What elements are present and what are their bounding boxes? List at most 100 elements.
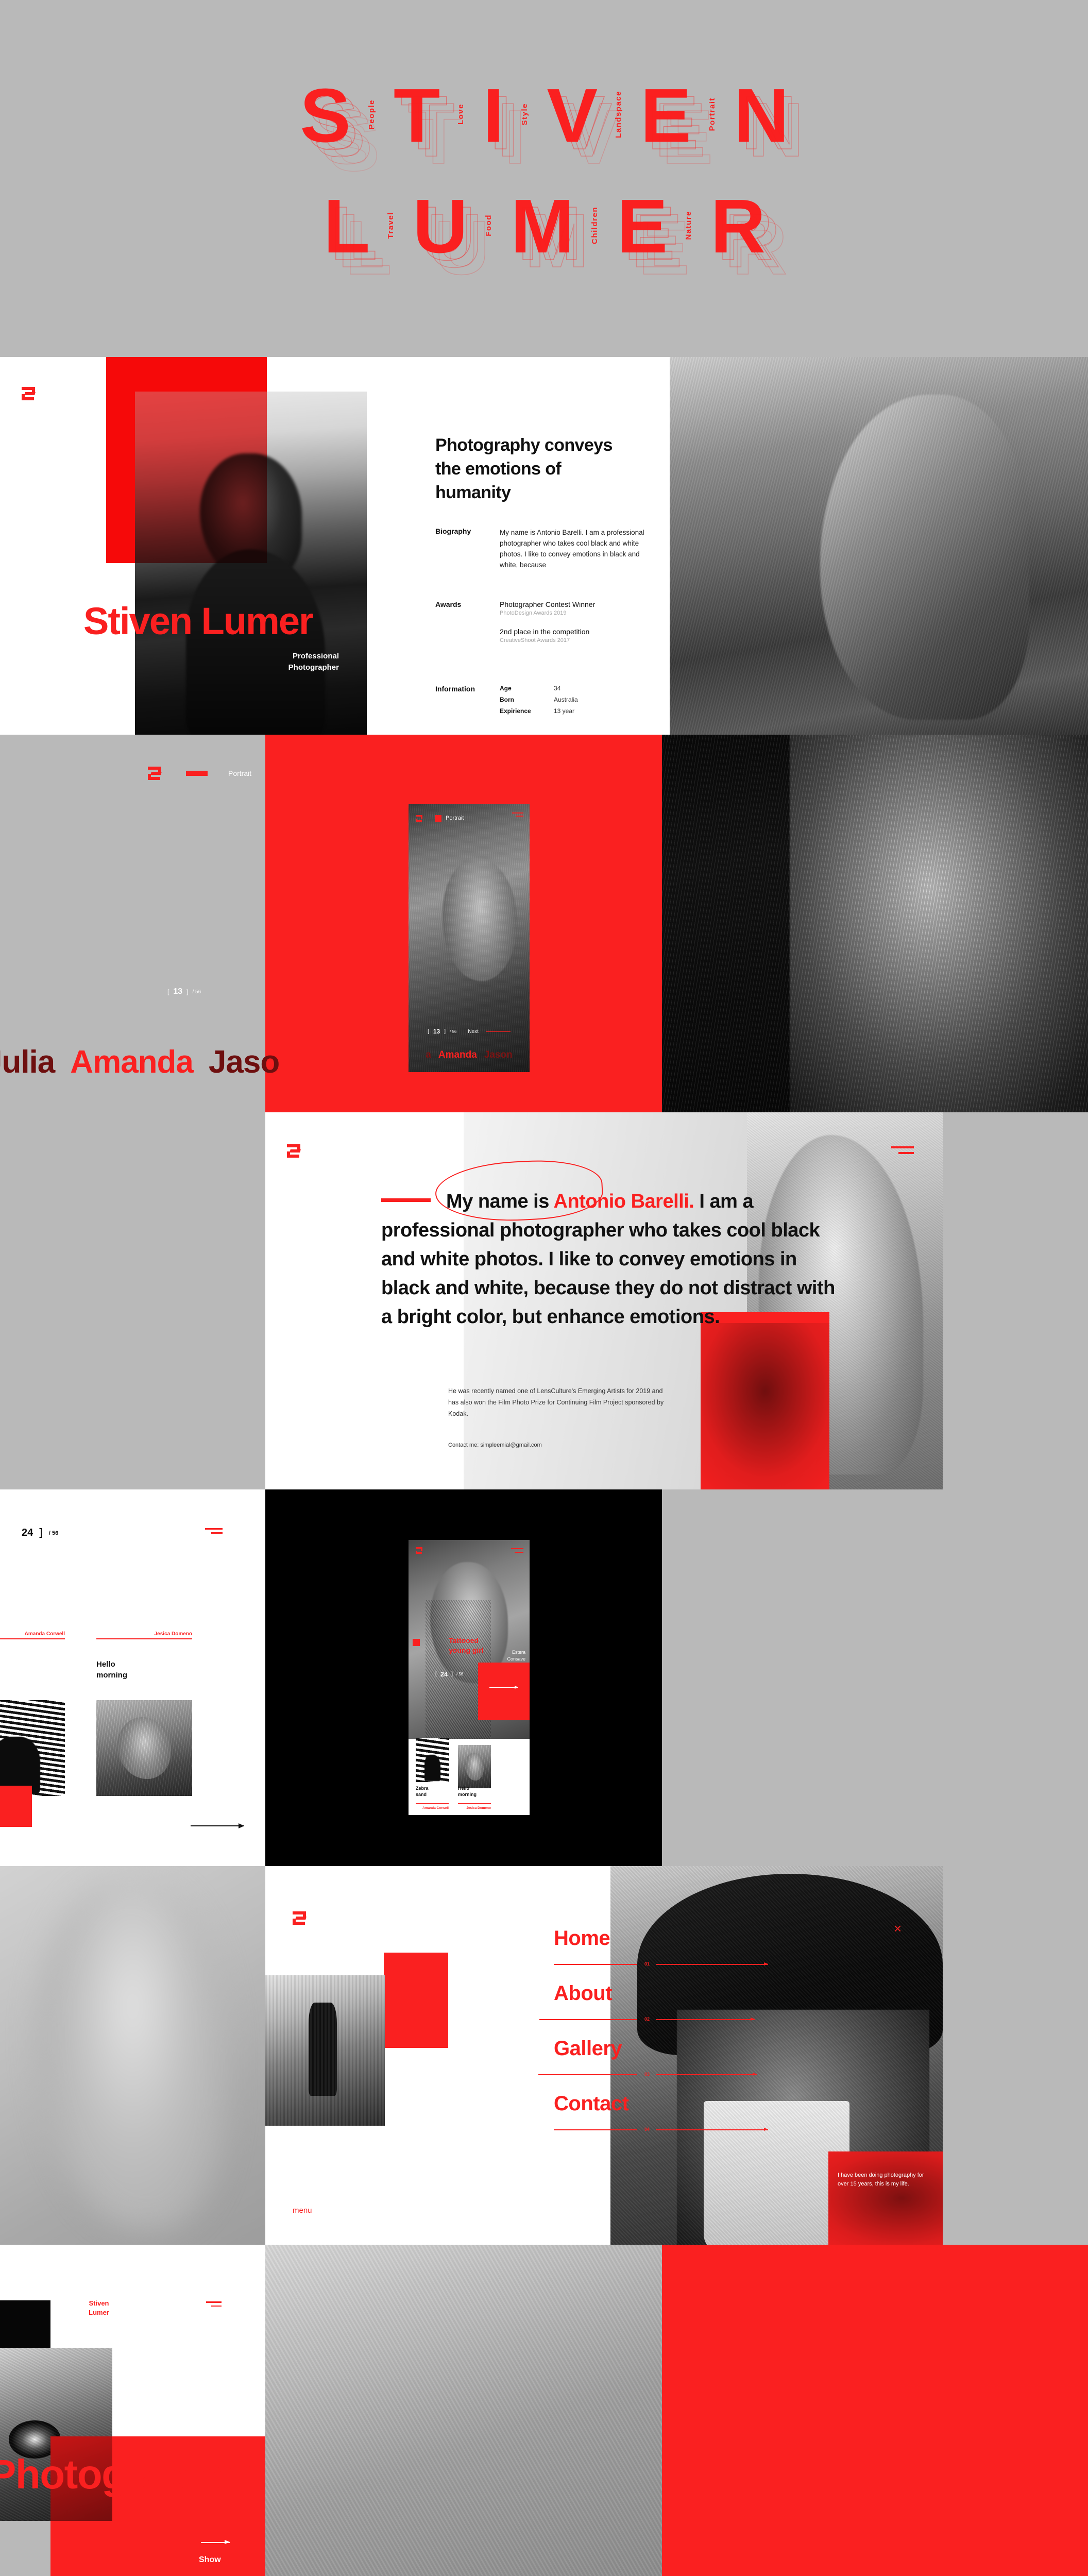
- author-line2: Consave: [507, 1656, 525, 1662]
- footer-red-panel: [662, 2245, 1088, 2576]
- nav-item-label: Contact: [554, 2092, 629, 2115]
- nav-rule-right-arrow-icon: [656, 2128, 768, 2131]
- category-marker-icon: [435, 815, 441, 822]
- blog-card-thumbnail: [0, 1700, 65, 1796]
- blog-card-title: Zebra sand: [0, 1659, 65, 1681]
- about-role: Professional Photographer: [257, 651, 339, 673]
- hero-category-people[interactable]: People: [367, 99, 376, 132]
- gallery-name-inactive[interactable]: Jaso: [209, 1044, 280, 1080]
- nav-item-about[interactable]: About: [554, 1982, 801, 2005]
- info-value: 34: [554, 685, 561, 692]
- blog-phone-card-rule: [416, 1803, 449, 1804]
- page-total: / 56: [192, 989, 201, 995]
- nav-rule: 04: [554, 2127, 801, 2133]
- hero-category-food[interactable]: Food: [484, 214, 493, 240]
- next-button[interactable]: Next: [468, 1029, 479, 1035]
- footer-black-block: [0, 2300, 50, 2348]
- logo-icon[interactable]: [293, 1911, 310, 1925]
- about-hero-section: Stiven Lumer Professional Photographer P…: [0, 357, 1088, 735]
- title-line2: morning: [458, 1792, 477, 1797]
- blog-card-rule: [96, 1638, 192, 1639]
- blog-card-author: Jesica Domeno: [154, 1631, 192, 1637]
- hero-category-travel[interactable]: Travel: [386, 212, 395, 242]
- category-marker-icon: [413, 1639, 420, 1646]
- nav-menu-label[interactable]: menu: [293, 2206, 312, 2215]
- nav-red-corner: [828, 2151, 943, 2245]
- hero-letter-ghost: L: [345, 206, 392, 291]
- page-current: 13: [173, 987, 183, 996]
- headline-line2: young girl: [449, 1646, 484, 1654]
- logo-icon[interactable]: [148, 767, 165, 780]
- nav-item-home[interactable]: Home: [554, 1927, 801, 1950]
- nav-rule-left: [539, 2019, 637, 2020]
- nav-item-gallery[interactable]: Gallery: [554, 2037, 801, 2060]
- blog-phone-thumbnail: [416, 1738, 449, 1782]
- close-icon[interactable]: ×: [894, 1922, 902, 1935]
- about-small-note: He was recently named one of LensCulture…: [448, 1387, 664, 1417]
- nav-rule: 01: [554, 1961, 801, 1968]
- menu-burger-icon[interactable]: [891, 1146, 914, 1158]
- menu-burger-icon[interactable]: [206, 2301, 222, 2309]
- menu-burger-icon[interactable]: [512, 812, 523, 819]
- blog-phone-next-block[interactable]: [478, 1663, 530, 1720]
- nav-item-label: Gallery: [554, 2037, 622, 2060]
- about-red-band: [701, 1312, 829, 1489]
- logo-icon[interactable]: [22, 387, 39, 400]
- hero-category-children[interactable]: Children: [590, 207, 599, 247]
- menu-burger-icon[interactable]: [511, 1548, 523, 1555]
- information-list: Age 34 Born Australia Expirience 13 year: [500, 685, 578, 719]
- nav-rule-right-arrow-icon: [656, 1962, 768, 1965]
- hero-category-love[interactable]: Love: [456, 104, 465, 128]
- gallery-desktop-names: Julia Amanda Jaso: [0, 1044, 280, 1080]
- nav-red-block: [384, 1953, 448, 2048]
- gallery-desktop-pager: [ 13 ] / 56: [167, 987, 201, 996]
- info-label: Born: [500, 696, 514, 703]
- info-value: Australia: [554, 696, 578, 703]
- hero-section: S S S S S People T T T T Love I I I I St…: [0, 0, 1088, 357]
- logo-icon[interactable]: [416, 1547, 424, 1554]
- bracket-left: [: [435, 1671, 437, 1677]
- hero-category-style[interactable]: Style: [520, 103, 529, 128]
- hero-category-landspace[interactable]: Landspace: [614, 91, 623, 141]
- about-text-section: My name is Antonio Barelli. I am a profe…: [265, 1112, 943, 1489]
- hero-letter: L L L L: [324, 188, 392, 287]
- hero-letter: N N N: [734, 77, 804, 170]
- gallery-name-inactive[interactable]: a: [426, 1049, 431, 1061]
- about-contact[interactable]: Contact me: simpleemial@gmail.com: [448, 1442, 542, 1448]
- gallery-phone-topbar: Portrait: [409, 811, 530, 825]
- logo-icon[interactable]: [416, 815, 424, 822]
- blog-next-arrow-icon[interactable]: [191, 1823, 244, 1828]
- page-total: / 56: [456, 1672, 464, 1676]
- gallery-name-active[interactable]: Amanda: [438, 1049, 477, 1061]
- blog-phone-card-title: Zebra sand: [416, 1785, 429, 1798]
- menu-burger-icon[interactable]: [205, 1528, 223, 1536]
- gallery-name-inactive[interactable]: Julia: [0, 1044, 55, 1080]
- nav-list: Home 01 About 02 Gallery 03 Contact 04: [538, 1927, 801, 2147]
- nav-item-contact[interactable]: Contact: [554, 2092, 801, 2115]
- blog-phone-author: Estera Consave: [507, 1649, 525, 1663]
- blog-phone-pager: [ 24 ] / 56: [435, 1670, 463, 1678]
- gallery-name-active[interactable]: Amanda: [70, 1044, 194, 1080]
- nav-item-label: Home: [554, 1927, 610, 1950]
- blog-phone-mockup: Tattooed young girl Estera Consave [ 24 …: [409, 1540, 530, 1815]
- award-title: Photographer Contest Winner: [500, 600, 596, 608]
- logo-icon[interactable]: [287, 1144, 304, 1158]
- about-role-line2: Photographer: [288, 663, 339, 672]
- award-subtitle: CreativeShoot Awards 2017: [500, 637, 570, 643]
- show-button[interactable]: Show: [199, 2555, 221, 2565]
- bracket-left: [: [167, 988, 169, 995]
- hero-category-portrait[interactable]: Portrait: [708, 97, 717, 134]
- blog-phone-card-author: Jesica Domeno: [466, 1806, 491, 1810]
- gallery-name-inactive[interactable]: Jason: [484, 1049, 513, 1061]
- hero-category-nature[interactable]: Nature: [684, 211, 693, 243]
- blog-card-rule: [0, 1638, 65, 1639]
- blog-card-title-line2: morning: [96, 1671, 127, 1680]
- hero-letter-ghost: E: [638, 206, 690, 291]
- footer-brand-line1: Stiven: [89, 2299, 109, 2307]
- blog-card[interactable]: Jesica Domeno Hello morning: [96, 1631, 192, 1796]
- hero-letter-ghost: N: [748, 88, 804, 173]
- headline-line1: Tattooed: [449, 1636, 479, 1645]
- nav-rule-left: [554, 1964, 637, 1965]
- blog-card[interactable]: Amanda Corwell Zebra sand: [0, 1631, 65, 1796]
- hero-letter: S S S S S: [300, 77, 380, 184]
